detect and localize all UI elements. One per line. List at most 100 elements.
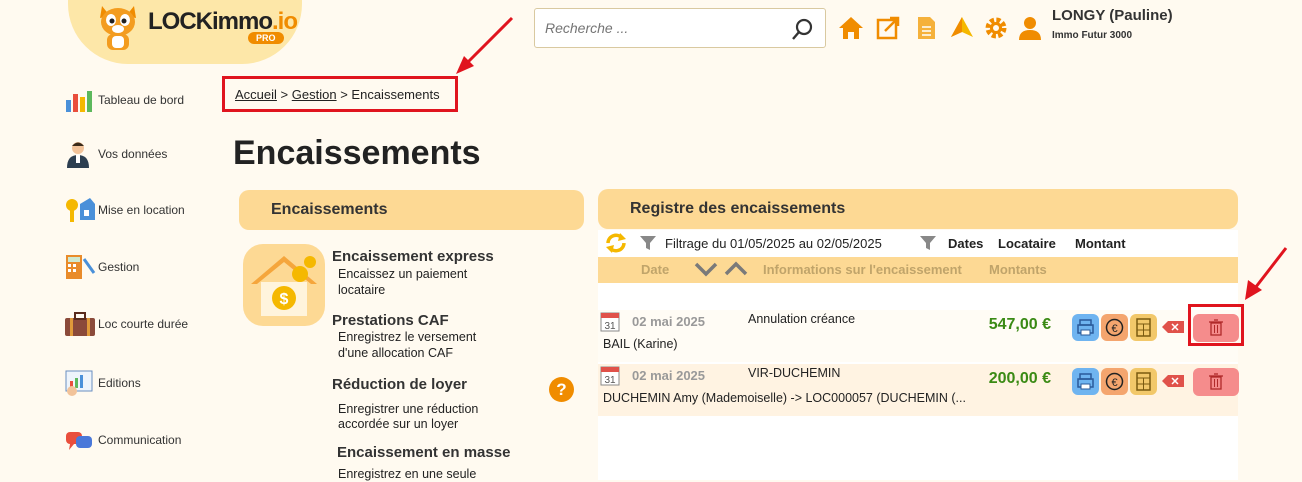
- breadcrumb-gestion-link[interactable]: Gestion: [292, 87, 337, 102]
- document-icon[interactable]: [913, 15, 939, 41]
- cancel-icon[interactable]: [1162, 375, 1184, 387]
- annotation-arrow-icon: [1245, 247, 1288, 300]
- refresh-icon[interactable]: [604, 232, 628, 254]
- chart-report-icon: [65, 370, 93, 396]
- breadcrumb-separator: >: [280, 87, 289, 102]
- printer-icon: [1077, 373, 1094, 390]
- print-button[interactable]: [1072, 314, 1099, 341]
- filter-icon[interactable]: [640, 235, 656, 251]
- paper-plane-icon[interactable]: [949, 15, 975, 41]
- search-input[interactable]: [535, 9, 775, 47]
- filter-row: Filtrage du 01/05/2025 au 02/05/2025 Dat…: [598, 230, 1238, 256]
- sidebar-item-editions[interactable]: Editions: [64, 367, 141, 399]
- sort-filter-icon[interactable]: [920, 235, 936, 251]
- payment-button[interactable]: €: [1101, 368, 1128, 395]
- keys-house-icon: [66, 198, 95, 222]
- svg-text:$: $: [280, 291, 289, 308]
- table-row[interactable]: 31 02 mai 2025 VIR-DUCHEMIN DUCHEMIN Amy…: [598, 364, 1239, 416]
- reduction-loyer-desc-line: Enregistrer une réduction: [338, 402, 479, 416]
- delete-highlight-frame: [1188, 304, 1244, 346]
- sidebar-item-label: Mise en location: [98, 203, 185, 217]
- sidebar-item-gestion[interactable]: Gestion: [64, 251, 139, 283]
- sidebar-item-label: Vos données: [98, 147, 168, 161]
- encaissements-panel-header: Encaissements: [239, 190, 584, 230]
- home-icon[interactable]: [838, 15, 864, 41]
- print-button[interactable]: [1072, 368, 1099, 395]
- accounting-button[interactable]: [1130, 314, 1157, 341]
- sidebar-item-communication[interactable]: Communication: [64, 424, 181, 456]
- column-date-header[interactable]: Date: [641, 262, 669, 277]
- svg-text:€: €: [1111, 377, 1117, 389]
- encaissement-express-title[interactable]: Encaissement express: [332, 248, 494, 265]
- row-info: VIR-DUCHEMIN: [748, 366, 841, 380]
- trash-icon: [1209, 373, 1223, 390]
- reduction-loyer-desc-line: accordée sur un loyer: [338, 417, 459, 431]
- encaissement-express-desc-line: Encaissez un paiement: [338, 267, 468, 281]
- sort-by-locataire[interactable]: Locataire: [998, 236, 1056, 251]
- external-link-icon[interactable]: [875, 15, 901, 41]
- payment-button[interactable]: €: [1101, 314, 1128, 341]
- sort-by-montant[interactable]: Montant: [1075, 236, 1126, 251]
- sidebar-item-label: Editions: [98, 376, 141, 390]
- sidebar-item-label: Communication: [98, 433, 182, 447]
- encaissement-masse-title[interactable]: Encaissement en masse: [337, 444, 510, 461]
- cat-mascot-icon: [100, 6, 136, 50]
- row-amount: 200,00 €: [988, 370, 1051, 387]
- search-box[interactable]: [534, 8, 826, 48]
- sidebar-item-dashboard[interactable]: Tableau de bord: [64, 84, 184, 116]
- row-amount: 547,00 €: [988, 316, 1051, 333]
- user-organization: Immo Futur 3000: [1052, 30, 1133, 41]
- svg-text:€: €: [1111, 323, 1117, 335]
- breadcrumb-current: Encaissements: [351, 87, 440, 102]
- sidebar-item-loc-courte-duree[interactable]: Loc courte durée: [64, 308, 188, 340]
- page-title: Encaissements: [233, 134, 481, 172]
- search-icon[interactable]: [791, 17, 815, 41]
- prestations-caf-desc-line: d'une allocation CAF: [338, 346, 453, 360]
- user-icon[interactable]: [1017, 15, 1043, 41]
- reduction-loyer-title[interactable]: Réduction de loyer: [332, 376, 467, 393]
- svg-text:31: 31: [604, 375, 616, 386]
- sidebar-item-label: Gestion: [98, 260, 140, 274]
- sidebar-item-vos-donnees[interactable]: Vos données: [64, 138, 167, 170]
- delete-button[interactable]: [1193, 368, 1239, 396]
- breadcrumb-separator: >: [340, 87, 348, 102]
- encaissement-express-desc-line: locataire: [338, 283, 386, 297]
- suitcase-icon: [65, 312, 95, 336]
- help-icon[interactable]: ?: [549, 377, 574, 402]
- row-tenant: DUCHEMIN Amy (Mademoiselle) -> LOC000057…: [603, 391, 966, 405]
- column-header-row: Date Informations sur l'encaissement Mon…: [598, 257, 1238, 283]
- gear-icon[interactable]: [983, 15, 1009, 41]
- annotation-arrow-icon: [456, 16, 514, 74]
- chevron-up-icon[interactable]: [724, 261, 748, 277]
- calendar-icon: 31: [600, 312, 620, 332]
- chat-bubbles-icon: [66, 432, 92, 450]
- row-date: 02 mai 2025: [632, 314, 706, 329]
- dashboard-icon: [66, 91, 92, 112]
- user-data-icon: [67, 142, 89, 168]
- prestations-caf-desc-line: Enregistrez le versement: [338, 330, 477, 344]
- pro-badge: PRO: [248, 32, 284, 44]
- euro-icon: €: [1105, 318, 1124, 337]
- cancel-icon[interactable]: [1162, 321, 1184, 333]
- row-tenant: BAIL (Karine): [603, 337, 678, 351]
- sidebar-item-label: Loc courte durée: [98, 317, 189, 331]
- house-coin-icon: $: [243, 244, 325, 326]
- sort-by-dates[interactable]: Dates: [948, 236, 983, 251]
- column-info-header: Informations sur l'encaissement: [763, 262, 962, 277]
- table-row[interactable]: 31 02 mai 2025 Annulation créance BAIL (…: [598, 310, 1239, 362]
- filter-range-text: Filtrage du 01/05/2025 au 02/05/2025: [665, 236, 882, 251]
- breadcrumb-home-link[interactable]: Accueil: [235, 87, 277, 102]
- column-amount-header: Montants: [989, 262, 1047, 277]
- row-date: 02 mai 2025: [632, 368, 706, 383]
- euro-icon: €: [1105, 372, 1124, 391]
- sidebar-item-label: Tableau de bord: [98, 93, 185, 107]
- breadcrumb: Accueil > Gestion > Encaissements: [222, 76, 458, 112]
- calculator-icon: [1136, 318, 1151, 337]
- calculator-icon: [66, 255, 96, 279]
- sidebar-item-mise-en-location[interactable]: Mise en location: [64, 194, 185, 226]
- registre-panel-header: Registre des encaissements: [598, 189, 1238, 229]
- accounting-button[interactable]: [1130, 368, 1157, 395]
- user-name[interactable]: LONGY (Pauline): [1052, 7, 1173, 24]
- prestations-caf-title[interactable]: Prestations CAF: [332, 312, 449, 329]
- chevron-down-icon[interactable]: [694, 261, 718, 277]
